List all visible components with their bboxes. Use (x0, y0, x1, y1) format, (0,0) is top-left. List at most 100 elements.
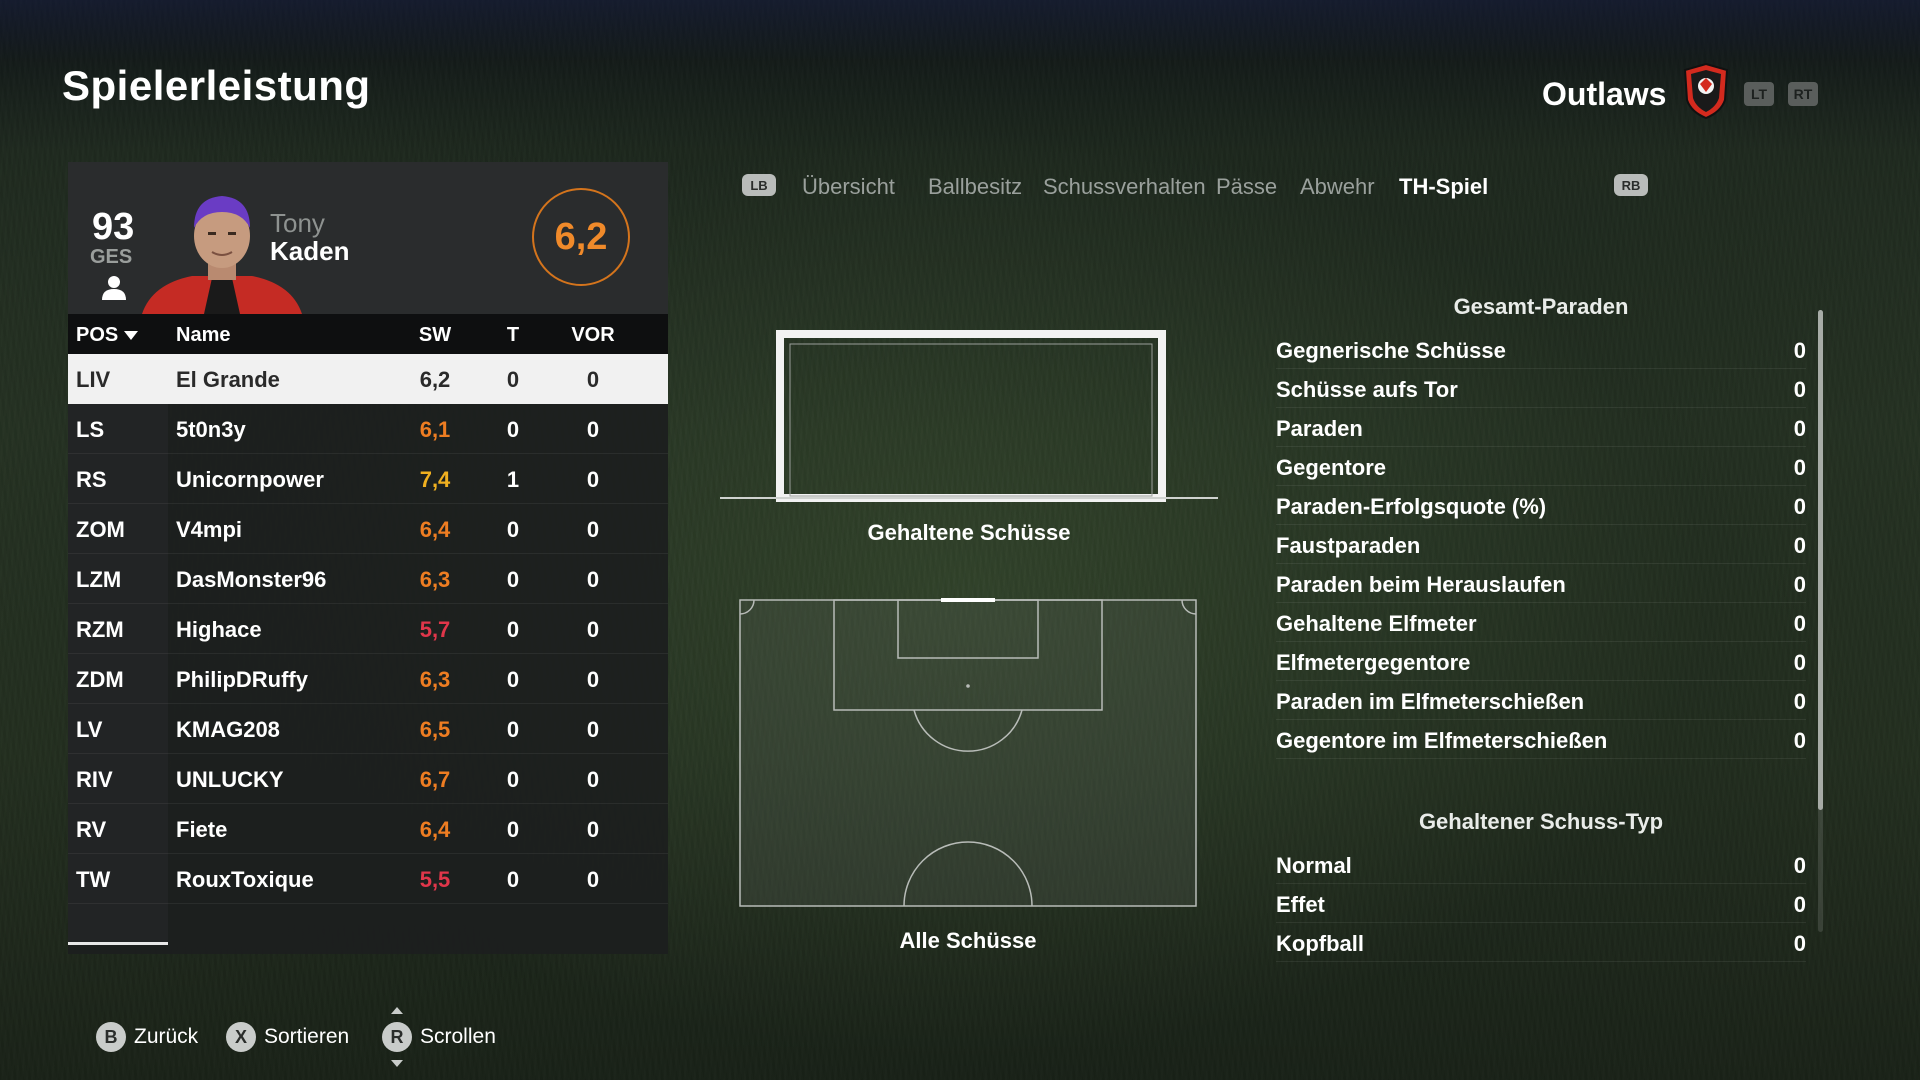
player-position: LS (76, 417, 105, 442)
table-row[interactable]: ZDM PhilipDRuffy 6,3 0 0 (68, 654, 668, 704)
player-rating: 6,3 (419, 567, 451, 592)
player-rating: 6,2 (419, 367, 451, 392)
section-title-saves: Gesamt-Paraden (1453, 294, 1629, 319)
name-header: Name (176, 324, 231, 346)
player-list-panel: 93 GES Tony Kaden 6,2 POS Name SW T VOR … (68, 162, 668, 954)
player-rating: 6,4 (419, 817, 451, 842)
table-row[interactable]: LIV El Grande 6,2 0 0 (68, 354, 668, 404)
stat-row: Schüsse aufs Tor 0 (1276, 369, 1806, 408)
table-row[interactable]: ZOM V4mpi 6,4 0 0 (68, 504, 668, 554)
player-goals: 1 (506, 467, 520, 492)
tab-3[interactable]: Pässe (1216, 174, 1277, 200)
player-rating: 5,7 (419, 617, 451, 642)
stat-row: Kopfball 0 (1276, 923, 1806, 962)
player-card: 93 GES Tony Kaden 6,2 (68, 162, 668, 314)
player-rows: LIV El Grande 6,2 0 0 LS 5t0n3y 6,1 0 0 RS Unicornp… (68, 354, 668, 904)
sort-hint[interactable]: X Sortieren (226, 1022, 349, 1052)
stats-scrollbar[interactable] (1818, 310, 1823, 932)
player-assists: 0 (586, 367, 600, 392)
tab-0[interactable]: Übersicht (802, 174, 895, 200)
stat-label: Paraden im Elfmeterschießen (1276, 689, 1585, 714)
tab-5[interactable]: TH-Spiel (1399, 174, 1488, 200)
table-row[interactable]: RZM Highace 5,7 0 0 (68, 604, 668, 654)
stat-label: Elfmetergegentore (1276, 650, 1471, 675)
overall-label: GES (90, 246, 133, 268)
player-assists: 0 (586, 717, 600, 742)
player-goals: 0 (506, 417, 520, 442)
stat-value: 0 (1793, 533, 1806, 558)
tab-4[interactable]: Abwehr (1300, 174, 1375, 200)
rb-bumper-icon[interactable]: RB (1614, 174, 1648, 196)
table-row[interactable]: RIV UNLUCKY 6,7 0 0 (68, 754, 668, 804)
player-goals: 0 (506, 367, 520, 392)
back-label: Zurück (134, 1025, 199, 1048)
table-header: POS Name SW T VOR (68, 314, 668, 354)
b-button-icon: B (96, 1022, 126, 1052)
stat-value: 0 (1793, 650, 1806, 675)
t-header: T (506, 324, 520, 346)
sort-desc-icon (124, 331, 139, 341)
tab-1[interactable]: Ballbesitz (928, 174, 1022, 200)
tab-2[interactable]: Schussverhalten (1043, 174, 1206, 200)
stats-scroll-thumb[interactable] (1818, 310, 1823, 810)
stat-label: Gegnerische Schüsse (1276, 338, 1506, 363)
player-goals: 0 (506, 717, 520, 742)
sort-pos-header[interactable]: POS (76, 324, 139, 347)
rt-trigger-icon[interactable]: RT (1788, 82, 1818, 106)
player-name: 5t0n3y (176, 417, 246, 442)
stat-value: 0 (1793, 455, 1806, 480)
stat-value: 0 (1793, 892, 1806, 917)
player-position: TW (76, 867, 111, 892)
stat-label: Gegentore im Elfmeterschießen (1276, 728, 1608, 753)
pitch-caption: Alle Schüsse (899, 928, 1037, 953)
stat-value: 0 (1793, 416, 1806, 441)
back-hint[interactable]: B Zurück (96, 1022, 198, 1052)
player-assists: 0 (586, 517, 600, 542)
table-row[interactable]: LS 5t0n3y 6,1 0 0 (68, 404, 668, 454)
table-row[interactable]: RS Unicornpower 7,4 1 0 (68, 454, 668, 504)
pos-header-label: POS (76, 324, 119, 346)
lt-trigger-icon[interactable]: LT (1744, 82, 1774, 106)
player-rating: 6,1 (419, 417, 451, 442)
stat-value: 0 (1793, 338, 1806, 363)
stat-row: Gegentore im Elfmeterschießen 0 (1276, 720, 1806, 759)
table-row[interactable]: RV Fiete 6,4 0 0 (68, 804, 668, 854)
player-assists: 0 (586, 617, 600, 642)
pitch-diagram (739, 598, 1197, 907)
match-rating-ring: 6,2 (532, 188, 630, 286)
player-rating: 6,3 (419, 667, 451, 692)
person-icon (102, 276, 126, 300)
player-goals: 0 (506, 517, 520, 542)
player-name: V4mpi (176, 517, 243, 542)
scroll-label: Scrollen (420, 1025, 496, 1048)
stat-row: Gehaltene Elfmeter 0 (1276, 603, 1806, 642)
table-row[interactable]: TW RouxToxique 5,5 0 0 (68, 854, 668, 904)
player-name: RouxToxique (176, 867, 314, 892)
stat-label: Paraden beim Herauslaufen (1276, 572, 1566, 597)
scroll-hint[interactable]: R Scrollen (382, 1007, 496, 1067)
sort-label: Sortieren (264, 1025, 350, 1048)
player-name: DasMonster96 (176, 567, 327, 592)
lb-bumper-icon[interactable]: LB (742, 174, 776, 196)
goal-caption: Gehaltene Schüsse (867, 520, 1071, 545)
player-name: KMAG208 (176, 717, 280, 742)
top-glow (0, 0, 1920, 60)
stat-label: Effet (1276, 892, 1325, 917)
player-position: LIV (76, 367, 111, 392)
player-goals: 0 (506, 767, 520, 792)
player-assists: 0 (586, 417, 600, 442)
player-assists: 0 (586, 867, 600, 892)
player-assists: 0 (586, 567, 600, 592)
table-row[interactable]: LV KMAG208 6,5 0 0 (68, 704, 668, 754)
stat-row: Paraden-Erfolgsquote (%) 0 (1276, 486, 1806, 525)
overall-rating: 93 (92, 206, 135, 248)
stat-label: Gehaltene Elfmeter (1276, 611, 1477, 636)
player-position: ZDM (76, 667, 124, 692)
player-goals: 0 (506, 667, 520, 692)
table-row[interactable]: LZM DasMonster96 6,3 0 0 (68, 554, 668, 604)
player-name: PhilipDRuffy (176, 667, 308, 692)
player-name: Unicornpower (176, 467, 324, 492)
gk-stats-list: Gesamt-Paraden Gegnerische Schüsse 0 Schüs… (1276, 292, 1806, 962)
stat-label: Normal (1276, 853, 1352, 878)
stat-row: Faustparaden 0 (1276, 525, 1806, 564)
